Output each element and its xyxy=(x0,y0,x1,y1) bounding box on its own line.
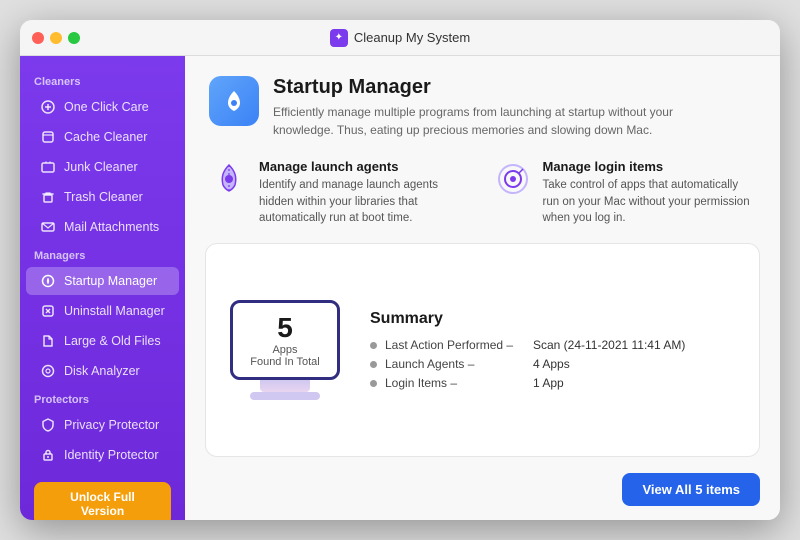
monitor-stand xyxy=(260,380,310,392)
sidebar-item-privacy-protector-label: Privacy Protector xyxy=(64,418,159,432)
monitor-apps-label: Apps xyxy=(272,344,297,356)
identity-protector-icon xyxy=(40,447,56,463)
sidebar-item-startup-manager[interactable]: Startup Manager xyxy=(26,267,179,295)
sidebar: Cleaners One Click Care Cache Cleaner Ju… xyxy=(20,56,185,520)
privacy-protector-icon xyxy=(40,417,56,433)
sidebar-item-uninstall-manager[interactable]: Uninstall Manager xyxy=(26,297,179,325)
protectors-section-label: Protectors xyxy=(20,386,185,410)
managers-section-label: Managers xyxy=(20,242,185,266)
monitor-label: Apps Found In Total xyxy=(250,344,320,368)
sidebar-item-mail-attachments[interactable]: Mail Attachments xyxy=(26,213,179,241)
startup-manager-logo xyxy=(209,76,259,126)
monitor-graphic: 5 Apps Found In Total xyxy=(230,300,340,400)
summary-title: Summary xyxy=(370,310,735,328)
sidebar-item-junk-cleaner-label: Junk Cleaner xyxy=(64,160,138,174)
last-action-key: Last Action Performed – xyxy=(385,338,525,352)
feature-launch-agents-text: Manage launch agents Identify and manage… xyxy=(259,159,473,227)
launch-agents-icon xyxy=(209,159,249,199)
monitor-screen: 5 Apps Found In Total xyxy=(230,300,340,380)
content-header: Startup Manager Efficiently manage multi… xyxy=(185,56,780,151)
summary-rows: Last Action Performed – Scan (24-11-2021… xyxy=(370,338,735,390)
app-icon: ✦ xyxy=(330,29,348,47)
window-title: Cleanup My System xyxy=(354,30,470,45)
sidebar-item-identity-protector-label: Identity Protector xyxy=(64,448,159,462)
sidebar-item-identity-protector[interactable]: Identity Protector xyxy=(26,441,179,469)
sidebar-item-disk-analyzer-label: Disk Analyzer xyxy=(64,364,140,378)
window-title-group: ✦ Cleanup My System xyxy=(330,29,470,47)
sidebar-item-privacy-protector[interactable]: Privacy Protector xyxy=(26,411,179,439)
feature-login-items-title: Manage login items xyxy=(543,159,757,174)
sidebar-item-junk-cleaner[interactable]: Junk Cleaner xyxy=(26,153,179,181)
feature-login-items-description: Take control of apps that automatically … xyxy=(543,177,757,227)
feature-login-items: Manage login items Take control of apps … xyxy=(493,159,757,227)
feature-login-items-text: Manage login items Take control of apps … xyxy=(543,159,757,227)
sidebar-item-cache-cleaner[interactable]: Cache Cleaner xyxy=(26,123,179,151)
sidebar-bottom: Unlock Full Version xyxy=(20,470,185,520)
large-old-files-icon xyxy=(40,333,56,349)
sidebar-item-disk-analyzer[interactable]: Disk Analyzer xyxy=(26,357,179,385)
sidebar-item-large-old-files-label: Large & Old Files xyxy=(64,334,161,348)
cache-cleaner-icon xyxy=(40,129,56,145)
sidebar-item-one-click-care[interactable]: One Click Care xyxy=(26,93,179,121)
unlock-full-version-button[interactable]: Unlock Full Version xyxy=(34,482,171,520)
sidebar-item-startup-manager-label: Startup Manager xyxy=(64,274,157,288)
page-description: Efficiently manage multiple programs fro… xyxy=(273,103,723,139)
monitor-base xyxy=(250,392,320,400)
title-bar: ✦ Cleanup My System xyxy=(20,20,780,56)
close-button[interactable] xyxy=(32,32,44,44)
maximize-button[interactable] xyxy=(68,32,80,44)
startup-manager-icon xyxy=(40,273,56,289)
sidebar-item-trash-cleaner-label: Trash Cleaner xyxy=(64,190,143,204)
last-action-value: Scan (24-11-2021 11:41 AM) xyxy=(533,338,685,352)
mail-attachments-icon xyxy=(40,219,56,235)
monitor-count: 5 xyxy=(277,312,293,344)
page-title: Startup Manager xyxy=(273,76,723,99)
feature-launch-agents-title: Manage launch agents xyxy=(259,159,473,174)
view-all-row: View All 5 items xyxy=(185,473,780,520)
login-items-icon xyxy=(493,159,533,199)
view-all-button[interactable]: View All 5 items xyxy=(622,473,760,506)
feature-launch-agents: Manage launch agents Identify and manage… xyxy=(209,159,473,227)
sidebar-item-uninstall-manager-label: Uninstall Manager xyxy=(64,304,165,318)
app-window: ✦ Cleanup My System Cleaners One Click C… xyxy=(20,20,780,520)
sidebar-item-mail-attachments-label: Mail Attachments xyxy=(64,220,159,234)
one-click-care-icon xyxy=(40,99,56,115)
summary-row-last-action: Last Action Performed – Scan (24-11-2021… xyxy=(370,338,735,352)
cleaners-section-label: Cleaners xyxy=(20,68,185,92)
dot-last-action xyxy=(370,342,377,349)
features-row: Manage launch agents Identify and manage… xyxy=(185,151,780,239)
sidebar-item-one-click-care-label: One Click Care xyxy=(64,100,149,114)
app-body: Cleaners One Click Care Cache Cleaner Ju… xyxy=(20,56,780,520)
minimize-button[interactable] xyxy=(50,32,62,44)
login-items-key: Login Items – xyxy=(385,376,525,390)
sidebar-item-large-old-files[interactable]: Large & Old Files xyxy=(26,327,179,355)
login-items-value: 1 App xyxy=(533,376,564,390)
traffic-lights xyxy=(32,32,80,44)
header-text: Startup Manager Efficiently manage multi… xyxy=(273,76,723,139)
summary-row-login-items: Login Items – 1 App xyxy=(370,376,735,390)
summary-info: Summary Last Action Performed – Scan (24… xyxy=(370,310,735,390)
sidebar-item-cache-cleaner-label: Cache Cleaner xyxy=(64,130,147,144)
summary-card: 5 Apps Found In Total Summary L xyxy=(205,243,760,457)
junk-cleaner-icon xyxy=(40,159,56,175)
launch-agents-key: Launch Agents – xyxy=(385,357,525,371)
summary-row-launch-agents: Launch Agents – 4 Apps xyxy=(370,357,735,371)
main-content: Startup Manager Efficiently manage multi… xyxy=(185,56,780,520)
uninstall-manager-icon xyxy=(40,303,56,319)
trash-cleaner-icon xyxy=(40,189,56,205)
sidebar-item-trash-cleaner[interactable]: Trash Cleaner xyxy=(26,183,179,211)
disk-analyzer-icon xyxy=(40,363,56,379)
dot-login-items xyxy=(370,380,377,387)
launch-agents-value: 4 Apps xyxy=(533,357,570,371)
feature-launch-agents-description: Identify and manage launch agents hidden… xyxy=(259,177,473,227)
monitor-sublabel: Found In Total xyxy=(250,356,320,368)
dot-launch-agents xyxy=(370,361,377,368)
